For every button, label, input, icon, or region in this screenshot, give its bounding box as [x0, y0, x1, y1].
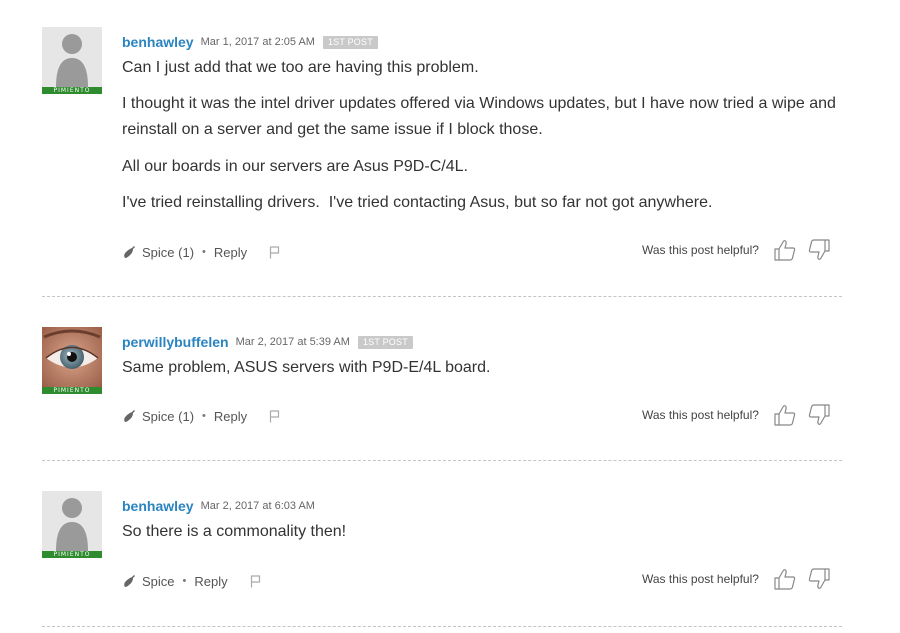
spice-button[interactable]: Spice (1) — [142, 245, 194, 260]
spice-button[interactable]: Spice — [142, 574, 175, 589]
helpful-label: Was this post helpful? — [642, 243, 759, 257]
post-header: perwillybuffelen Mar 2, 2017 at 5:39 AM … — [122, 333, 413, 351]
post-paragraph: Same problem, ASUS servers with P9D-E/4L… — [122, 359, 491, 376]
spice-button[interactable]: Spice (1) — [142, 409, 194, 424]
post-paragraph: All our boards in our servers are Asus P… — [122, 158, 468, 175]
post-actions: Spice (1) • Reply — [122, 407, 280, 425]
rank-badge: PIMIENTO — [42, 551, 102, 558]
default-avatar-icon — [42, 491, 102, 551]
pepper-icon[interactable] — [122, 574, 136, 588]
first-post-badge: 1ST POST — [322, 35, 378, 49]
reply-button[interactable]: Reply — [214, 409, 247, 424]
username-link[interactable]: perwillybuffelen — [122, 334, 229, 350]
post-timestamp[interactable]: Mar 2, 2017 at 6:03 AM — [201, 500, 315, 512]
thumbs-down-icon[interactable] — [807, 568, 831, 590]
avatar[interactable]: PIMIENTO — [42, 491, 102, 558]
helpful-feedback: Was this post helpful? — [642, 567, 831, 591]
helpful-feedback: Was this post helpful? — [642, 403, 831, 427]
username-link[interactable]: benhawley — [122, 498, 194, 514]
post-actions: Spice (1) • Reply — [122, 243, 280, 261]
post-divider — [42, 296, 842, 297]
post-paragraph: I thought it was the intel driver update… — [122, 95, 841, 138]
helpful-feedback: Was this post helpful? — [642, 238, 831, 262]
default-avatar-icon — [42, 27, 102, 87]
rank-badge: PIMIENTO — [42, 387, 102, 394]
flag-icon[interactable] — [250, 574, 261, 588]
flag-icon[interactable] — [269, 245, 280, 259]
first-post-badge: 1ST POST — [357, 335, 413, 349]
helpful-label: Was this post helpful? — [642, 572, 759, 586]
separator-dot: • — [202, 410, 206, 422]
thumbs-up-icon[interactable] — [773, 239, 797, 261]
thumbs-down-icon[interactable] — [807, 239, 831, 261]
post-header: benhawley Mar 2, 2017 at 6:03 AM — [122, 497, 315, 515]
post-paragraph: Can I just add that we too are having th… — [122, 59, 479, 76]
post-divider — [42, 626, 842, 627]
avatar[interactable]: PIMIENTO — [42, 27, 102, 94]
thumbs-up-icon[interactable] — [773, 404, 797, 426]
avatar[interactable]: PIMIENTO — [42, 327, 102, 394]
post-paragraph: So there is a commonality then! — [122, 523, 347, 540]
post-header: benhawley Mar 1, 2017 at 2:05 AM 1ST POS… — [122, 33, 378, 51]
separator-dot: • — [182, 575, 187, 587]
thumbs-down-icon[interactable] — [807, 404, 831, 426]
post-actions: Spice • Reply — [122, 572, 261, 590]
reply-button[interactable]: Reply — [194, 574, 227, 589]
rank-badge: PIMIENTO — [42, 87, 102, 94]
flag-icon[interactable] — [269, 409, 280, 423]
thumbs-up-icon[interactable] — [773, 568, 797, 590]
post-paragraph: I've tried reinstalling drivers. I've tr… — [122, 194, 713, 211]
helpful-label: Was this post helpful? — [642, 408, 759, 422]
post-divider — [42, 460, 842, 461]
pepper-icon[interactable] — [122, 245, 136, 259]
username-link[interactable]: benhawley — [122, 34, 194, 50]
separator-dot: • — [202, 246, 206, 258]
eye-photo-icon — [42, 327, 102, 387]
post-timestamp[interactable]: Mar 1, 2017 at 2:05 AM — [201, 36, 315, 48]
pepper-icon[interactable] — [122, 409, 136, 423]
post-timestamp[interactable]: Mar 2, 2017 at 5:39 AM — [236, 336, 350, 348]
reply-button[interactable]: Reply — [214, 245, 247, 260]
